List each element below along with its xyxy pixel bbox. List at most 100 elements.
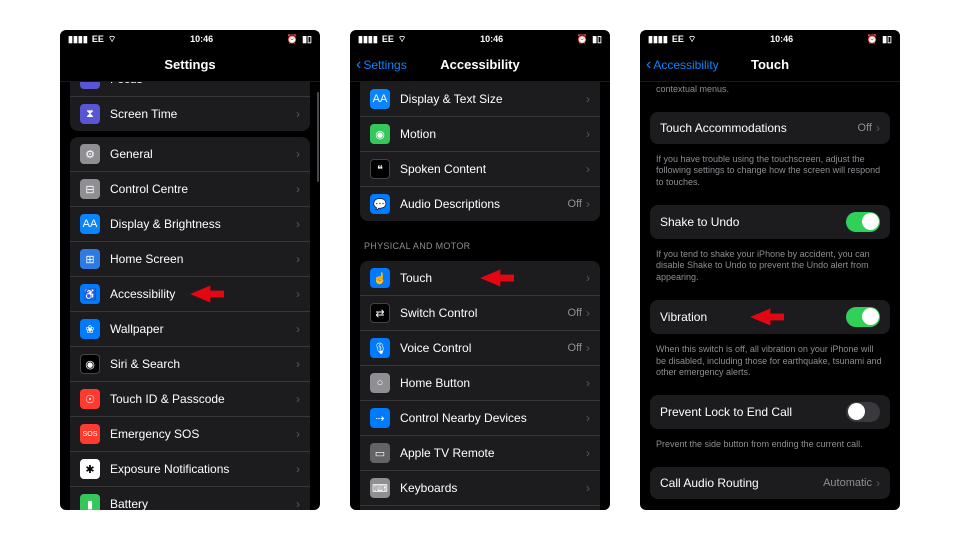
- list-item[interactable]: ☉Touch ID & Passcode›: [70, 382, 310, 417]
- list-item[interactable]: ☝Touch›: [360, 261, 600, 296]
- carrier-label: EE: [382, 34, 394, 44]
- navbar: Settings: [60, 48, 320, 82]
- audio-descriptions-icon: 💬: [370, 194, 390, 214]
- list-item-label: Switch Control: [400, 306, 568, 320]
- list-item[interactable]: ⧗Screen Time›: [70, 97, 310, 131]
- list-item[interactable]: 💬Audio DescriptionsOff›: [360, 187, 600, 221]
- list-item[interactable]: ◉Siri & Search›: [70, 347, 310, 382]
- chevron-right-icon: ›: [586, 446, 590, 460]
- page-title: Accessibility: [440, 57, 520, 72]
- display-text-size-icon: AA: [370, 89, 390, 109]
- chevron-right-icon: ›: [296, 322, 300, 336]
- toggle-switch[interactable]: [846, 402, 880, 422]
- chevron-right-icon: ›: [296, 252, 300, 266]
- touch-setting-group: Vibration: [650, 300, 890, 334]
- list-item[interactable]: ⌨Keyboards›: [360, 471, 600, 506]
- list-item[interactable]: ♿Accessibility›: [70, 277, 310, 312]
- toggle-switch[interactable]: [846, 212, 880, 232]
- phone-touch: ▮▮▮▮ EE ⌔ 10:46 ⏰ ▮▯ ‹ Accessibility Tou…: [640, 30, 900, 510]
- navbar: ‹ Settings Accessibility: [350, 48, 610, 82]
- settings-group-general: ⚙General›⊟Control Centre›AADisplay & Bri…: [70, 137, 310, 510]
- list-item[interactable]: AADisplay & Text Size›: [360, 82, 600, 117]
- footer-text-partial: contextual menus.: [640, 82, 900, 106]
- chevron-right-icon: ›: [296, 497, 300, 510]
- page-title: Settings: [164, 57, 215, 72]
- back-label: Settings: [363, 58, 406, 72]
- back-label: Accessibility: [653, 58, 718, 72]
- phone-accessibility: ▮▮▮▮ EE ⌔ 10:46 ⏰ ▮▯ ‹ Settings Accessib…: [350, 30, 610, 510]
- general-icon: ⚙: [80, 144, 100, 164]
- battery-icon: ▮▯: [302, 34, 312, 45]
- list-item[interactable]: ⇢Control Nearby Devices›: [360, 401, 600, 436]
- chevron-right-icon: ›: [586, 197, 590, 211]
- chevron-right-icon: ›: [296, 287, 300, 301]
- list-item[interactable]: ✱Exposure Notifications›: [70, 452, 310, 487]
- list-item-label: Shake to Undo: [660, 215, 846, 229]
- touch-icon: ☝: [370, 268, 390, 288]
- list-item[interactable]: ▭Apple TV Remote›: [360, 436, 600, 471]
- list-item[interactable]: ⚙ General›: [70, 137, 310, 172]
- chevron-right-icon: ›: [876, 476, 880, 490]
- back-button[interactable]: ‹ Accessibility: [646, 48, 719, 81]
- list-item-label: Voice Control: [400, 341, 568, 355]
- list-item[interactable]: ❀Wallpaper›: [70, 312, 310, 347]
- list-item-value: Off: [858, 122, 872, 134]
- list-item[interactable]: Prevent Lock to End Call: [650, 395, 890, 429]
- touch-id-passcode-icon: ☉: [80, 389, 100, 409]
- chevron-right-icon: ›: [296, 357, 300, 371]
- switch-control-icon: ⇄: [370, 303, 390, 323]
- list-item-label: General: [110, 147, 296, 161]
- list-item-label: Call Audio Routing: [660, 476, 823, 490]
- footer-text: If you have trouble using the touchscree…: [640, 150, 900, 199]
- signal-icon: ▮▮▮▮: [358, 34, 378, 45]
- screen-time-icon: ⧗: [80, 104, 100, 124]
- list-item[interactable]: ◐Focus›: [70, 82, 310, 97]
- list-item[interactable]: ⊟Control Centre›: [70, 172, 310, 207]
- list-item[interactable]: ⊞Home Screen›: [70, 242, 310, 277]
- wifi-icon: ⌔: [108, 34, 116, 45]
- carrier-label: EE: [92, 34, 104, 44]
- list-item[interactable]: 🎧AirPods›: [360, 506, 600, 510]
- phone-settings: ▮▮▮▮ EE ⌔ 10:46 ⏰ ▮▯ Settings ◐Focus›⧗Sc…: [60, 30, 320, 510]
- chevron-right-icon: ›: [586, 127, 590, 141]
- voice-control-icon: 🎙: [370, 338, 390, 358]
- list-item[interactable]: Vibration: [650, 300, 890, 334]
- toggle-switch[interactable]: [846, 307, 880, 327]
- back-button[interactable]: ‹ Settings: [356, 48, 407, 81]
- chevron-right-icon: ›: [296, 107, 300, 121]
- list-item[interactable]: Call Audio RoutingAutomatic›: [650, 467, 890, 499]
- navbar: ‹ Accessibility Touch: [640, 48, 900, 82]
- list-item-label: Spoken Content: [400, 162, 586, 176]
- list-item-label: Touch Accommodations: [660, 121, 858, 135]
- exposure-notifications-icon: ✱: [80, 459, 100, 479]
- footer-text: Call audio routing determines where audi…: [640, 505, 900, 510]
- footer-text: If you tend to shake your iPhone by acci…: [640, 245, 900, 294]
- list-item[interactable]: ○Home Button›: [360, 366, 600, 401]
- list-item[interactable]: Shake to Undo: [650, 205, 890, 239]
- list-item[interactable]: Touch AccommodationsOff›: [650, 112, 890, 144]
- list-item-label: Siri & Search: [110, 357, 296, 371]
- spoken-content-icon: ❝: [370, 159, 390, 179]
- emergency-sos-icon: SOS: [80, 424, 100, 444]
- motion-icon: ◉: [370, 124, 390, 144]
- list-item-label: Display & Brightness: [110, 217, 296, 231]
- list-item-label: Home Button: [400, 376, 586, 390]
- chevron-right-icon: ›: [296, 182, 300, 196]
- list-item[interactable]: AADisplay & Brightness›: [70, 207, 310, 242]
- focus-icon: ◐: [80, 82, 100, 89]
- home-screen-icon: ⊞: [80, 249, 100, 269]
- list-item[interactable]: ❝Spoken Content›: [360, 152, 600, 187]
- display-brightness-icon: AA: [80, 214, 100, 234]
- list-item[interactable]: 🎙Voice ControlOff›: [360, 331, 600, 366]
- scrollbar[interactable]: [317, 92, 319, 182]
- chevron-right-icon: ›: [296, 147, 300, 161]
- list-item-label: Touch ID & Passcode: [110, 392, 296, 406]
- list-item-label: Display & Text Size: [400, 92, 586, 106]
- list-item[interactable]: ▮Battery›: [70, 487, 310, 510]
- list-item[interactable]: ◉Motion›: [360, 117, 600, 152]
- status-bar: ▮▮▮▮ EE ⌔ 10:46 ⏰ ▮▯: [60, 30, 320, 48]
- list-item[interactable]: SOSEmergency SOS›: [70, 417, 310, 452]
- chevron-right-icon: ›: [586, 341, 590, 355]
- list-item[interactable]: ⇄Switch ControlOff›: [360, 296, 600, 331]
- wallpaper-icon: ❀: [80, 319, 100, 339]
